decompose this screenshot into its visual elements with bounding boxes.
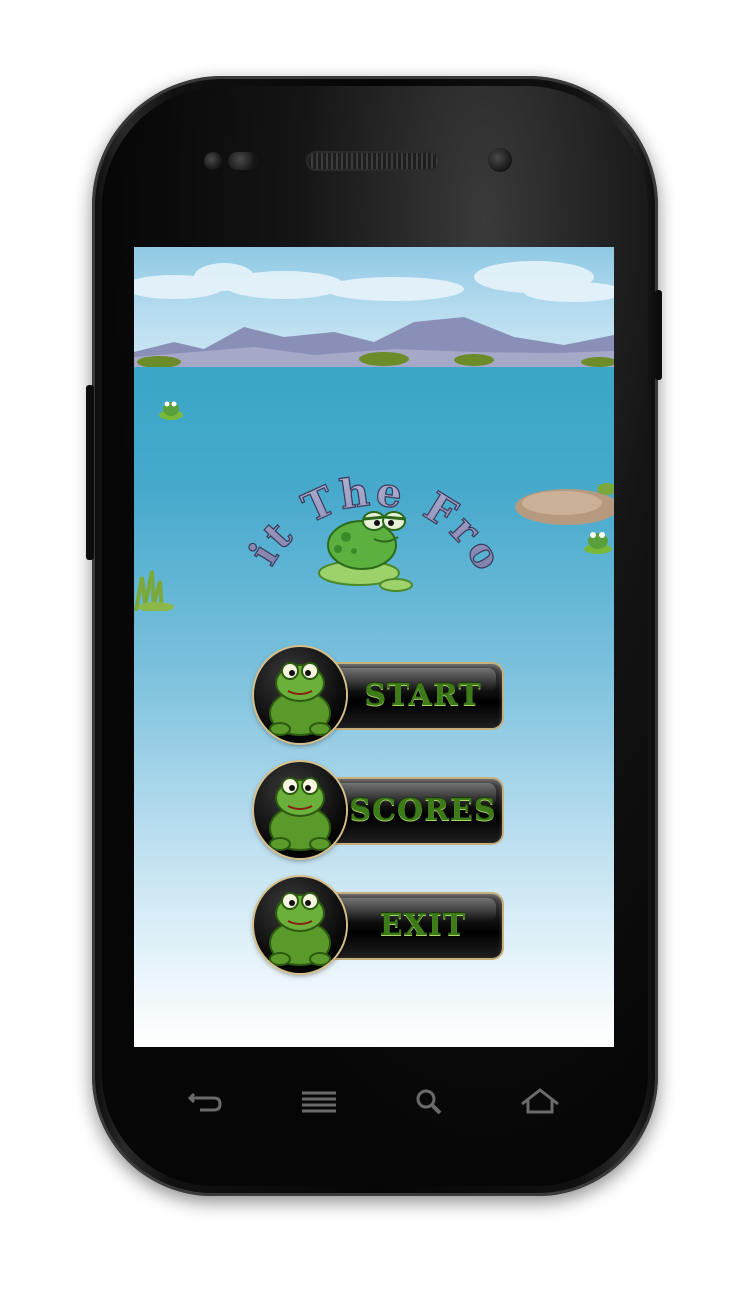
game-title-logo: Hit The Frog xyxy=(234,427,510,592)
small-frog-right xyxy=(584,532,612,554)
power-button xyxy=(655,290,662,380)
home-icon[interactable] xyxy=(516,1080,566,1124)
volume-button xyxy=(86,385,94,560)
search-icon[interactable] xyxy=(404,1080,454,1124)
mountains xyxy=(134,317,614,367)
scores-button[interactable]: SCORES xyxy=(254,762,504,862)
start-button[interactable]: START xyxy=(254,647,504,747)
scores-button-label: SCORES xyxy=(349,793,497,828)
small-frog-left xyxy=(159,401,183,420)
frog-badge-icon xyxy=(254,877,346,973)
start-button-label: START xyxy=(364,678,482,713)
reeds-left xyxy=(134,570,174,611)
rock-island xyxy=(515,483,614,525)
exit-button[interactable]: EXIT xyxy=(254,877,504,977)
earpiece-speaker xyxy=(308,153,438,169)
menu-icon[interactable] xyxy=(294,1080,344,1124)
back-icon[interactable] xyxy=(180,1080,230,1124)
light-sensor xyxy=(228,152,258,170)
android-nav-bar xyxy=(170,1080,580,1124)
proximity-sensor xyxy=(204,152,222,170)
frog-badge-icon xyxy=(254,647,346,743)
front-camera xyxy=(488,148,512,172)
game-screen: Hit The Frog xyxy=(134,247,614,1047)
frog-badge-icon xyxy=(254,762,346,858)
exit-button-label: EXIT xyxy=(379,908,467,943)
